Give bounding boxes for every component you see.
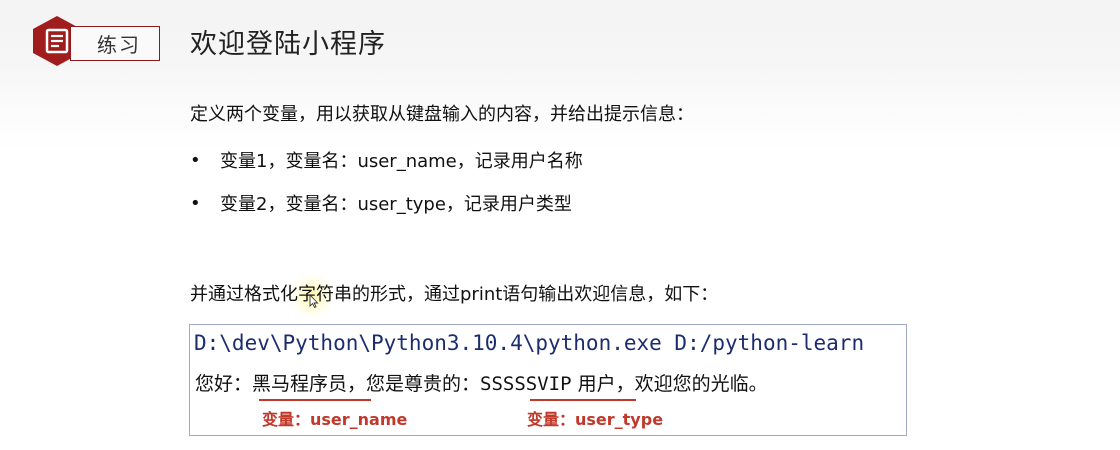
section-tag-label: 练习 [97,33,141,57]
user-name-underline [259,399,371,401]
list-item: • 变量2，变量名：user_type，记录用户类型 [190,190,572,216]
user-name-value: 黑马程序员 [252,373,348,395]
user-type-value: SSSSSVIP [480,373,572,395]
console-welcome-line: 您好：黑马程序员，您是尊贵的：SSSSSVIP 用户，欢迎您的光临。 [195,369,768,396]
console-command-line: D:\dev\Python\Python3.10.4\python.exe D:… [194,331,865,355]
bullet-icon: • [190,192,201,214]
output-suffix: 用户，欢迎您的光临。 [571,373,768,395]
list-item-text: 变量1，变量名：user_name，记录用户名称 [220,151,583,172]
user-name-label: 变量：user_name [262,410,408,429]
user-type-label: 变量：user_type [527,410,664,429]
section-tag: 练习 [70,26,160,61]
user-type-underline [530,399,636,401]
instruction-text: 并通过格式化字符串的形式，通过print语句输出欢迎信息，如下： [190,284,719,305]
output-prefix: 您好： [195,373,253,395]
mouse-pointer-icon [309,294,319,308]
list-item-text: 变量2，变量名：user_type，记录用户类型 [220,194,572,215]
intro-text: 定义两个变量，用以获取从键盘输入的内容，并给出提示信息： [190,104,694,125]
page-title: 欢迎登陆小程序 [190,29,386,60]
list-item: • 变量1，变量名：user_name，记录用户名称 [190,147,583,173]
bullet-icon: • [190,149,201,171]
output-middle: ，您是尊贵的： [347,373,481,395]
console-output-box: D:\dev\Python\Python3.10.4\python.exe D:… [189,324,907,436]
